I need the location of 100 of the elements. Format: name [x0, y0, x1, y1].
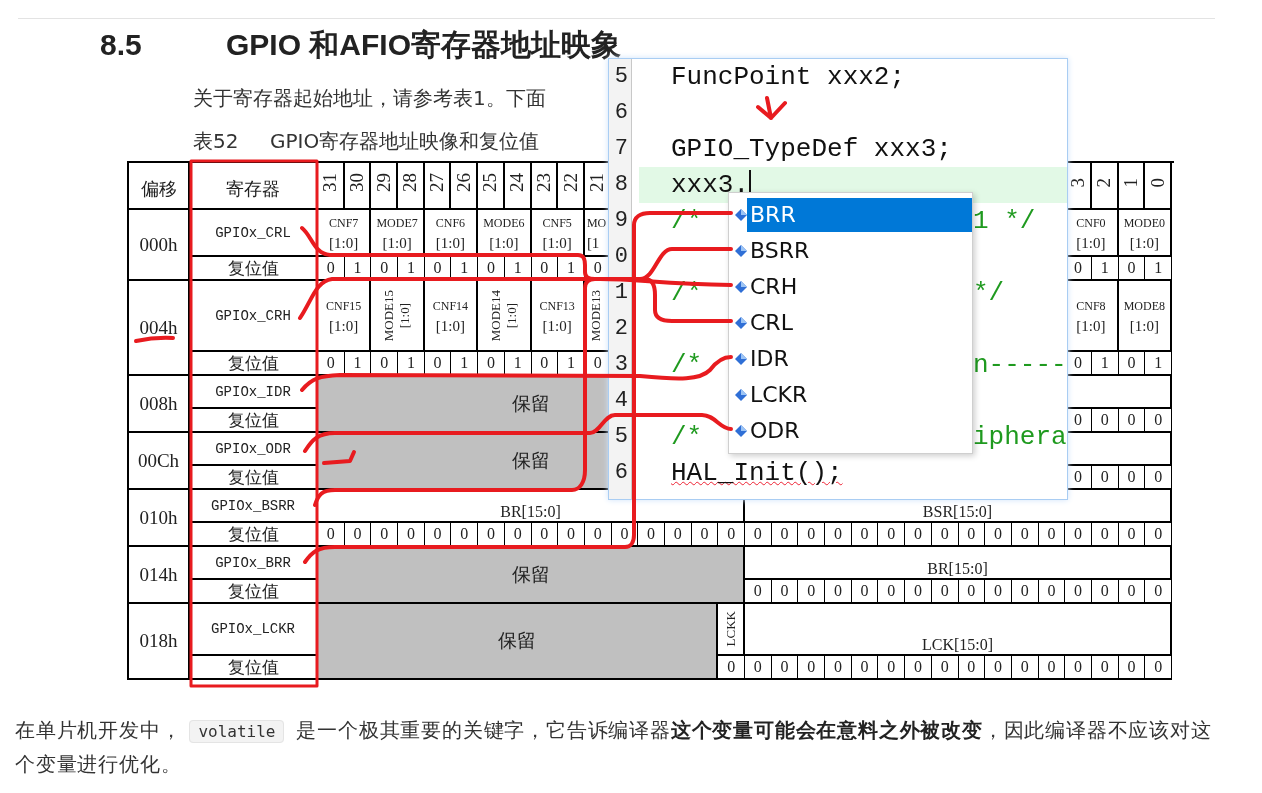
- offset-cell: 010h: [129, 490, 190, 547]
- reset-label: 复位值: [190, 580, 318, 604]
- reset-bit: 0: [1118, 257, 1146, 281]
- reset-bit: 0: [878, 580, 906, 604]
- field-name: CNF7: [329, 214, 359, 232]
- field-range: [1:0]: [329, 316, 359, 336]
- reset-bit: 0: [1091, 523, 1119, 547]
- reset-bit: 0: [825, 580, 852, 604]
- field-range: [1:0]: [435, 233, 465, 253]
- bit-number: 23: [532, 173, 555, 194]
- bit-number: 21: [586, 173, 609, 194]
- reset-bit: 0: [958, 523, 986, 547]
- field-name: BR[15:0]: [500, 503, 561, 521]
- code-text: GPIO_TypeDef xxx3;: [671, 134, 952, 164]
- reset-bit: 0: [905, 656, 932, 680]
- reset-bit: 0: [1011, 580, 1039, 604]
- reset-bit: 0: [985, 656, 1012, 680]
- reset-bit: 0: [1065, 523, 1092, 547]
- section-title: GPIO 和AFIO寄存器地址映象: [226, 27, 621, 63]
- table-caption: GPIO寄存器地址映像和复位值: [270, 128, 540, 155]
- reset-bit: 0: [478, 257, 505, 281]
- code-text: xxx3.: [671, 170, 749, 200]
- reset-bit: 0: [1038, 656, 1066, 680]
- completion-item[interactable]: BSRR: [747, 234, 972, 268]
- reset-bit: 0: [905, 580, 932, 604]
- bit-number: 27: [426, 173, 449, 194]
- reset-bit: 1: [344, 257, 372, 281]
- offset-cell: 014h: [129, 547, 190, 604]
- member-icon: [735, 353, 747, 365]
- reset-bit: 0: [1145, 523, 1172, 547]
- completion-item[interactable]: CRH: [747, 270, 972, 304]
- reset-bit: 0: [771, 656, 799, 680]
- completion-item[interactable]: IDR: [747, 342, 972, 376]
- table-number: 表52: [193, 128, 240, 155]
- line-number: 1: [613, 279, 629, 307]
- reset-bit: 0: [851, 656, 879, 680]
- reset-label: 复位值: [190, 352, 318, 376]
- reset-bit: 0: [851, 580, 879, 604]
- field-name: MO: [586, 214, 607, 232]
- reset-bit: 1: [504, 352, 532, 376]
- field-name: CNF0: [1076, 214, 1106, 232]
- bit-number: 25: [479, 173, 502, 194]
- line-number: 6: [613, 99, 629, 127]
- reset-bit: 0: [1091, 466, 1119, 490]
- field-name: MODE6: [483, 214, 525, 232]
- reset-bit: 0: [745, 580, 772, 604]
- field-name: CNF5: [542, 214, 572, 232]
- reset-bit: 0: [451, 523, 479, 547]
- reset-bit: 0: [1065, 656, 1092, 680]
- reset-bit: 0: [424, 257, 452, 281]
- reset-bit: 0: [985, 523, 1012, 547]
- completion-item[interactable]: ODR: [747, 414, 972, 448]
- field-name: MODE7: [376, 214, 418, 232]
- field-range: [1:0]: [329, 233, 359, 253]
- line-number: 6: [613, 459, 629, 487]
- line-number: 7: [613, 135, 629, 163]
- code-comment: iphera: [973, 421, 1067, 454]
- reset-bit: 0: [958, 580, 986, 604]
- reset-bit: 0: [531, 257, 559, 281]
- member-icon: [735, 281, 747, 293]
- reset-bit: 1: [1091, 257, 1119, 281]
- reset-bit: 0: [1145, 409, 1172, 433]
- bit-number: 29: [372, 173, 395, 194]
- reset-label: 复位值: [190, 523, 318, 547]
- line-number: 0: [613, 243, 629, 271]
- completion-item[interactable]: LCKR: [747, 378, 972, 412]
- reset-bit: 1: [451, 257, 479, 281]
- reserved-area: 保留: [318, 604, 719, 680]
- reset-bit: 0: [584, 523, 612, 547]
- code-comment: 1 */: [973, 205, 1036, 238]
- field-name: LCKK: [722, 611, 739, 647]
- reset-bit: 0: [1118, 409, 1146, 433]
- reset-bit: 0: [531, 523, 559, 547]
- offset-cell: 004h: [129, 281, 190, 376]
- reset-bit: 0: [1145, 656, 1172, 680]
- offset-cell: 000h: [129, 210, 190, 281]
- completion-item[interactable]: BRR: [747, 198, 972, 232]
- member-icon: [735, 245, 747, 257]
- field-range: [1:0]: [1076, 233, 1106, 253]
- field-name: MODE13: [587, 289, 604, 342]
- reset-bit: 0: [1118, 352, 1146, 376]
- field-name: BSR[15:0]: [922, 503, 993, 521]
- reset-bit: 0: [1145, 580, 1172, 604]
- reset-bit: 0: [825, 656, 852, 680]
- completion-item[interactable]: CRL: [747, 306, 972, 340]
- field-name: CNF14: [432, 297, 469, 315]
- bit-number: 3: [1066, 177, 1089, 190]
- reset-label: 复位值: [190, 409, 318, 433]
- bit-number: 22: [559, 173, 582, 194]
- column-header: 寄存器: [226, 177, 280, 201]
- reset-bit: 0: [985, 580, 1012, 604]
- reset-bit: 0: [958, 656, 986, 680]
- field-range: [1:0]: [1076, 316, 1106, 336]
- register-name: GPIOx_CRL: [190, 210, 318, 257]
- offset-cell: 008h: [129, 376, 190, 433]
- reset-bit: 0: [371, 257, 399, 281]
- reset-bit: 1: [558, 257, 585, 281]
- field-name: CNF8: [1076, 297, 1106, 315]
- field-range: [1:0]: [1129, 316, 1159, 336]
- bit-number: 0: [1146, 177, 1169, 190]
